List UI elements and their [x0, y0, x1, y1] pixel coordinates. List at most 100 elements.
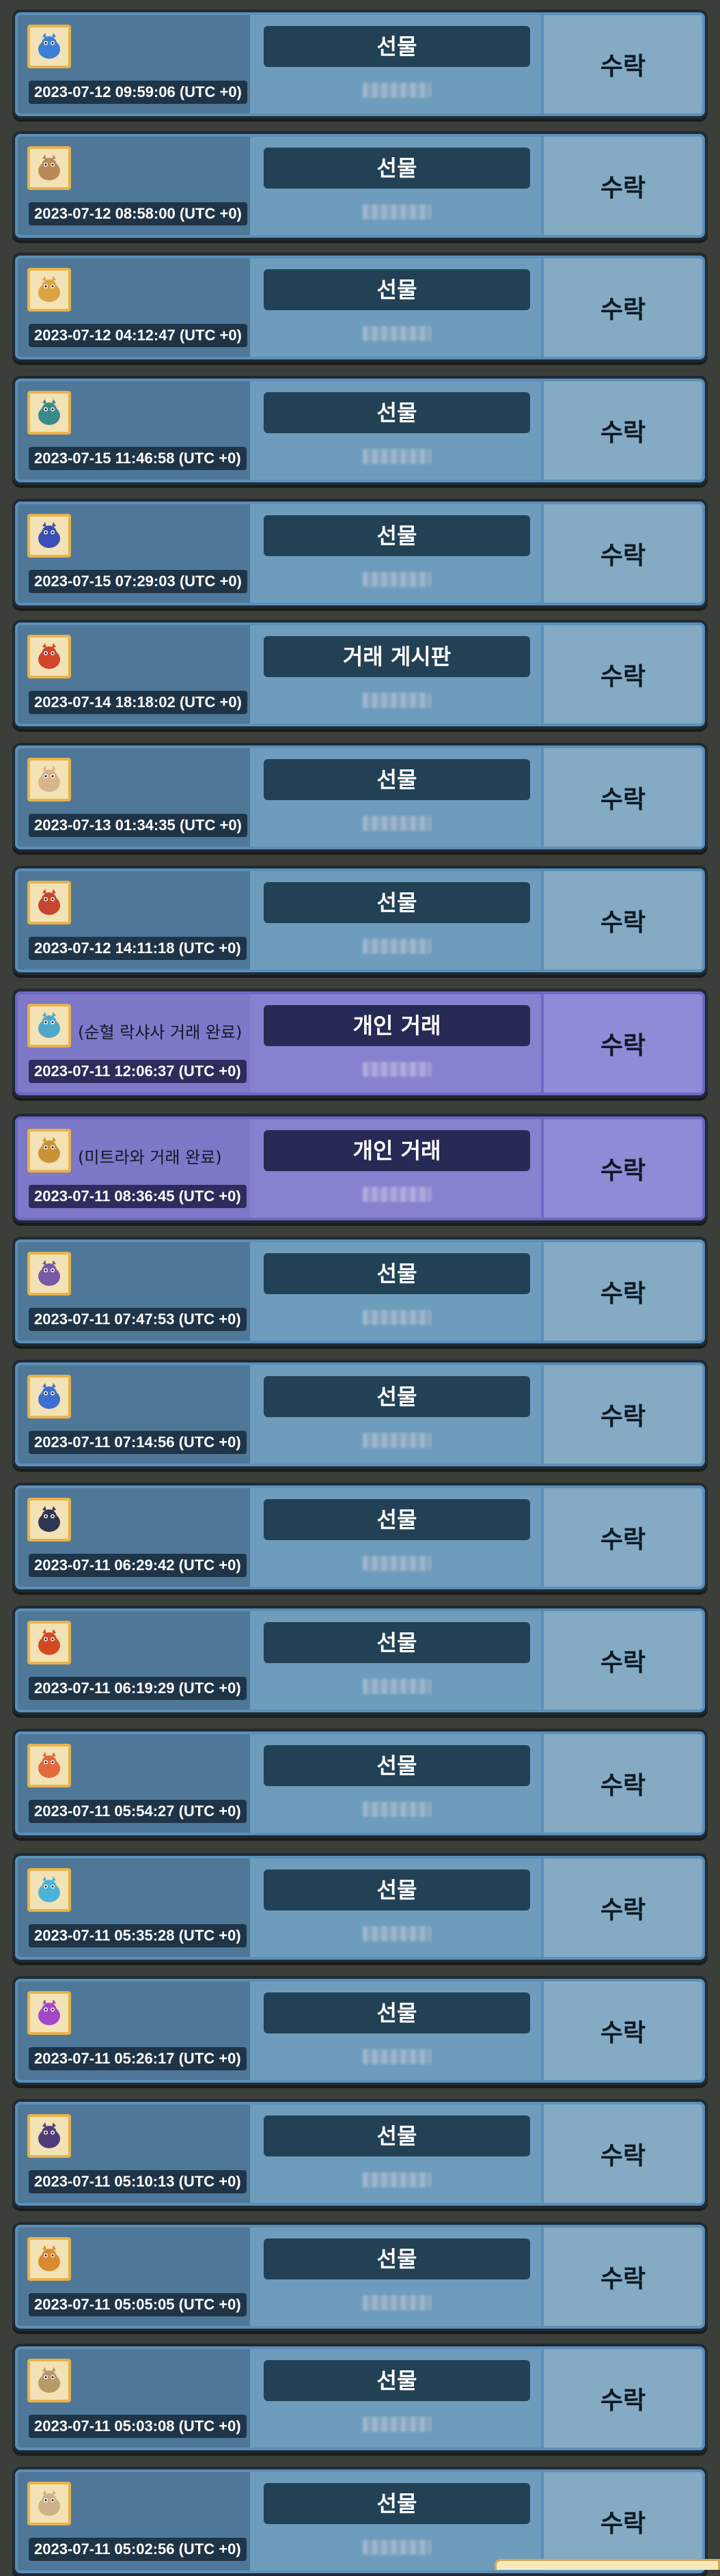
- orange-creature-icon-graphic: [38, 2245, 60, 2271]
- trade-row: 2023-07-11 05:05:05 (UTC +0) 선물 수락: [12, 2222, 708, 2331]
- accept-button[interactable]: 수락: [544, 1365, 702, 1464]
- trade-row-body: 2023-07-12 08:58:00 (UTC +0) 선물 수락: [15, 134, 705, 238]
- trade-timestamp: 2023-07-12 14:11:18 (UTC +0): [29, 937, 247, 960]
- accept-button[interactable]: 수락: [544, 1859, 702, 1957]
- blue-spirit-icon-graphic: [38, 1383, 60, 1409]
- sender-name-blurred: [339, 78, 455, 102]
- trade-info: 2023-07-11 05:10:13 (UTC +0): [18, 2105, 250, 2203]
- crystal-creature-icon: [27, 1004, 71, 1047]
- accept-button[interactable]: 수락: [544, 2105, 702, 2203]
- trade-row-body: 2023-07-15 11:46:58 (UTC +0) 선물 수락: [15, 379, 705, 482]
- trade-row: 2023-07-15 07:29:03 (UTC +0) 선물 수락: [12, 499, 708, 608]
- trade-type-label: 선물: [264, 2238, 530, 2279]
- trade-timestamp: 2023-07-13 01:34:35 (UTC +0): [29, 814, 247, 837]
- accept-button[interactable]: 수락: [544, 1734, 702, 1833]
- trade-type-panel: 선물: [250, 1365, 544, 1464]
- red-creature-icon-graphic: [38, 643, 60, 669]
- accept-button[interactable]: 수락: [544, 1488, 702, 1587]
- accept-button[interactable]: 수락: [544, 1982, 702, 2080]
- sender-name-blurred: [339, 1182, 455, 1207]
- accept-button[interactable]: 수락: [544, 625, 702, 724]
- accept-button[interactable]: 수락: [544, 994, 702, 1093]
- trade-info: 2023-07-11 05:54:27 (UTC +0): [18, 1734, 250, 1833]
- trade-type-label: 개인 거래: [264, 1005, 530, 1046]
- trade-row: 2023-07-14 18:18:02 (UTC +0) 거래 게시판 수락: [12, 620, 708, 729]
- trade-type-label: 선물: [264, 148, 530, 189]
- trade-row-body: 2023-07-11 05:35:28 (UTC +0) 선물 수락: [15, 1856, 705, 1960]
- golden-creature-icon-graphic: [38, 1137, 60, 1163]
- trade-row: 2023-07-11 05:35:28 (UTC +0) 선물 수락: [12, 1853, 708, 1962]
- trade-timestamp: 2023-07-11 06:19:29 (UTC +0): [29, 1677, 247, 1700]
- egg-icon: [27, 268, 71, 312]
- trade-timestamp: 2023-07-11 05:05:05 (UTC +0): [29, 2293, 247, 2316]
- trade-type-label: 선물: [264, 515, 530, 556]
- accept-button[interactable]: 수락: [544, 258, 702, 357]
- trade-info: 2023-07-11 06:29:42 (UTC +0): [18, 1488, 250, 1587]
- sender-name-blurred: [339, 1428, 455, 1453]
- accept-button[interactable]: 수락: [544, 504, 702, 603]
- accept-button[interactable]: 수락: [544, 748, 702, 847]
- accept-button[interactable]: 수락: [544, 1119, 702, 1218]
- purple-creature-icon: [27, 1252, 71, 1296]
- trade-row-body: 2023-07-12 04:12:47 (UTC +0) 선물 수락: [15, 256, 705, 359]
- trade-type-panel: 선물: [250, 381, 544, 480]
- trade-timestamp: 2023-07-11 05:26:17 (UTC +0): [29, 2047, 247, 2070]
- trade-row-body: 2023-07-11 05:02:56 (UTC +0) 선물 수락: [15, 2469, 705, 2573]
- trade-row-body: 2023-07-12 14:11:18 (UTC +0) 선물 수락: [15, 868, 705, 972]
- sender-name-blurred: [339, 2412, 455, 2437]
- trade-row: 2023-07-11 05:54:27 (UTC +0) 선물 수락: [12, 1729, 708, 1838]
- trade-info: 2023-07-15 11:46:58 (UTC +0): [18, 381, 250, 480]
- fire-creature-icon-graphic: [38, 1629, 60, 1655]
- trade-info: 2023-07-11 05:26:17 (UTC +0): [18, 1982, 250, 2080]
- blue-dragon-icon-graphic: [38, 522, 60, 548]
- trade-info: 2023-07-11 05:02:56 (UTC +0): [18, 2472, 250, 2571]
- trade-partner-note: (순혈 락샤사 거래 완료): [78, 1023, 243, 1042]
- accept-button[interactable]: 수락: [544, 381, 702, 480]
- accept-button[interactable]: 수락: [544, 1611, 702, 1710]
- trade-type-panel: 선물: [250, 2228, 544, 2326]
- trade-type-label: 선물: [264, 1869, 530, 1910]
- trade-row-body: 2023-07-14 18:18:02 (UTC +0) 거래 게시판 수락: [15, 622, 705, 726]
- trade-timestamp: 2023-07-11 05:54:27 (UTC +0): [29, 1800, 247, 1823]
- trade-type-label: 선물: [264, 1992, 530, 2033]
- bottom-panel-tab: [495, 2559, 720, 2570]
- accept-button[interactable]: 수락: [544, 2349, 702, 2448]
- trade-type-panel: 개인 거래: [250, 1119, 544, 1218]
- trade-timestamp: 2023-07-11 08:36:45 (UTC +0): [29, 1185, 247, 1208]
- dark-beast-icon-graphic: [38, 1506, 60, 1532]
- trade-info: 2023-07-11 06:19:29 (UTC +0): [18, 1611, 250, 1710]
- accept-button[interactable]: 수락: [544, 15, 702, 113]
- water-creature-icon-graphic: [38, 1876, 60, 1902]
- tan-creature-icon-graphic: [38, 2367, 60, 2393]
- trade-partner-note: (미트라와 거래 완료): [78, 1148, 222, 1167]
- accept-button[interactable]: 수락: [544, 2472, 702, 2571]
- sender-name-blurred: [339, 1305, 455, 1330]
- sender-name-blurred: [339, 2290, 455, 2315]
- trade-timestamp: 2023-07-11 12:06:37 (UTC +0): [29, 1060, 247, 1083]
- accept-button[interactable]: 수락: [544, 137, 702, 235]
- trade-type-panel: 선물: [250, 871, 544, 970]
- egg-icon-graphic: [38, 276, 60, 302]
- trade-row-body: 2023-07-11 06:29:42 (UTC +0) 선물 수락: [15, 1485, 705, 1589]
- trade-type-label: 선물: [264, 1376, 530, 1417]
- blue-spirit-icon: [27, 1375, 71, 1419]
- trade-row: 2023-07-15 11:46:58 (UTC +0) 선물 수락: [12, 376, 708, 485]
- trade-info: 2023-07-14 18:18:02 (UTC +0): [18, 625, 250, 724]
- fox-creature-icon-graphic: [38, 1752, 60, 1778]
- trade-row-body: 2023-07-15 07:29:03 (UTC +0) 선물 수락: [15, 502, 705, 605]
- trade-type-panel: 선물: [250, 1242, 544, 1341]
- beige-creature-icon-graphic: [38, 2490, 60, 2516]
- trade-row-body: 2023-07-11 05:26:17 (UTC +0) 선물 수락: [15, 1979, 705, 2083]
- trade-row-body: 2023-07-11 05:54:27 (UTC +0) 선물 수락: [15, 1731, 705, 1835]
- trade-type-panel: 선물: [250, 137, 544, 235]
- trade-info: (순혈 락샤사 거래 완료) 2023-07-11 12:06:37 (UTC …: [18, 994, 250, 1093]
- accept-button[interactable]: 수락: [544, 1242, 702, 1341]
- trade-type-label: 선물: [264, 759, 530, 800]
- accept-button[interactable]: 수락: [544, 871, 702, 970]
- trade-info: 2023-07-15 07:29:03 (UTC +0): [18, 504, 250, 603]
- trade-info: 2023-07-11 07:14:56 (UTC +0): [18, 1365, 250, 1464]
- accept-button[interactable]: 수락: [544, 2228, 702, 2326]
- trade-row-body: (미트라와 거래 완료) 2023-07-11 08:36:45 (UTC +0…: [15, 1116, 705, 1220]
- trade-info: 2023-07-11 05:05:05 (UTC +0): [18, 2228, 250, 2326]
- trade-row-body: 2023-07-11 05:03:08 (UTC +0) 선물 수락: [15, 2346, 705, 2450]
